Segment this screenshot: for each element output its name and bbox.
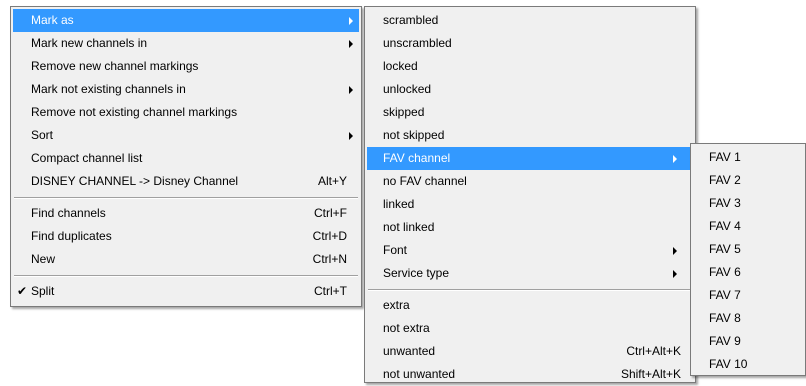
menu-item-shortcut: Ctrl+N bbox=[312, 252, 347, 266]
menu-item-label: FAV 5 bbox=[709, 242, 741, 256]
menu-separator bbox=[14, 197, 358, 199]
menu-item-label: Sort bbox=[31, 128, 54, 142]
menu-item-label: Mark as bbox=[31, 13, 74, 27]
menu-item-unwanted[interactable]: unwanted Ctrl+Alt+K bbox=[367, 340, 693, 363]
menu-item-label: locked bbox=[383, 59, 418, 73]
menu-item-not-linked[interactable]: not linked bbox=[367, 216, 693, 239]
menu-item-label: FAV 3 bbox=[709, 196, 741, 210]
menu-item-label: FAV channel bbox=[383, 151, 451, 165]
menu-item-label: Mark not existing channels in bbox=[31, 82, 186, 96]
menu-item-label: Remove new channel markings bbox=[31, 59, 199, 73]
menu-item-label: FAV 2 bbox=[709, 173, 741, 187]
menu-item-fav-5[interactable]: FAV 5 bbox=[693, 238, 803, 261]
menu-item-scrambled[interactable]: scrambled bbox=[367, 9, 693, 32]
menu-item-find-channels[interactable]: Find channels Ctrl+F bbox=[13, 202, 359, 225]
menu-item-locked[interactable]: locked bbox=[367, 55, 693, 78]
menu-item-fav-channel[interactable]: FAV channel bbox=[367, 147, 693, 170]
menu-item-label: unscrambled bbox=[383, 36, 452, 50]
menu-item-label: FAV 10 bbox=[709, 357, 748, 371]
menu-item-split[interactable]: ✔ Split Ctrl+T bbox=[13, 280, 359, 303]
menu-item-fav-10[interactable]: FAV 10 bbox=[693, 353, 803, 376]
menu-item-label: Compact channel list bbox=[31, 151, 143, 165]
menu-item-sort[interactable]: Sort bbox=[13, 124, 359, 147]
menu-item-label: FAV 7 bbox=[709, 288, 741, 302]
menu-item-label: New bbox=[31, 252, 56, 266]
menu-item-label: FAV 4 bbox=[709, 219, 741, 233]
menu-item-new[interactable]: New Ctrl+N bbox=[13, 248, 359, 271]
menu-item-fav-1[interactable]: FAV 1 bbox=[693, 146, 803, 169]
submenu-fav-channel: FAV 1 FAV 2 FAV 3 FAV 4 FAV 5 FAV 6 FAV … bbox=[690, 143, 806, 376]
menu-item-not-skipped[interactable]: not skipped bbox=[367, 124, 693, 147]
menu-item-remove-new-channel-markings[interactable]: Remove new channel markings bbox=[13, 55, 359, 78]
submenu-arrow-icon bbox=[349, 132, 353, 140]
menu-item-shortcut: Ctrl+F bbox=[314, 206, 347, 220]
menu-item-service-type[interactable]: Service type bbox=[367, 262, 693, 285]
menu-item-label: FAV 8 bbox=[709, 311, 741, 325]
menu-item-compact-channel-list[interactable]: Compact channel list bbox=[13, 147, 359, 170]
context-menu-main: Mark as Mark new channels in Remove new … bbox=[10, 6, 362, 307]
menu-item-label: not extra bbox=[383, 321, 430, 335]
menu-item-label: no FAV channel bbox=[383, 174, 467, 188]
menu-item-mark-as[interactable]: Mark as bbox=[13, 9, 359, 32]
menu-item-label: Service type bbox=[383, 266, 450, 280]
menu-item-label: unwanted bbox=[383, 344, 436, 358]
menu-item-find-duplicates[interactable]: Find duplicates Ctrl+D bbox=[13, 225, 359, 248]
submenu-arrow-icon bbox=[673, 247, 677, 255]
menu-item-label: not linked bbox=[383, 220, 435, 234]
menu-item-fav-8[interactable]: FAV 8 bbox=[693, 307, 803, 330]
menu-item-label: FAV 6 bbox=[709, 265, 741, 279]
menu-item-label: scrambled bbox=[383, 13, 439, 27]
menu-item-label: Find duplicates bbox=[31, 229, 112, 243]
menu-item-label: not skipped bbox=[383, 128, 445, 142]
menu-item-shortcut: Alt+Y bbox=[317, 174, 347, 188]
submenu-arrow-icon bbox=[673, 155, 677, 163]
menu-item-label: Font bbox=[383, 243, 408, 257]
menu-item-label: linked bbox=[383, 197, 415, 211]
submenu-arrow-icon bbox=[673, 270, 677, 278]
menu-item-label: unlocked bbox=[383, 82, 432, 96]
menu-item-label: Mark new channels in bbox=[31, 36, 148, 50]
menu-item-label: Remove not existing channel markings bbox=[31, 105, 238, 119]
menu-item-fav-6[interactable]: FAV 6 bbox=[693, 261, 803, 284]
menu-item-fav-4[interactable]: FAV 4 bbox=[693, 215, 803, 238]
menu-item-label: DISNEY CHANNEL -> Disney Channel bbox=[31, 174, 239, 188]
checkmark-icon: ✔ bbox=[16, 284, 28, 298]
menu-item-label: FAV 9 bbox=[709, 334, 741, 348]
menu-item-unscrambled[interactable]: unscrambled bbox=[367, 32, 693, 55]
menu-item-shortcut: Ctrl+D bbox=[312, 229, 347, 243]
menu-item-skipped[interactable]: skipped bbox=[367, 101, 693, 124]
menu-separator bbox=[368, 289, 692, 291]
menu-item-label: Split bbox=[31, 284, 55, 298]
menu-item-extra[interactable]: extra bbox=[367, 294, 693, 317]
submenu-arrow-icon bbox=[349, 17, 353, 25]
menu-item-unlocked[interactable]: unlocked bbox=[367, 78, 693, 101]
menu-item-shortcut: Ctrl+Alt+K bbox=[626, 344, 681, 358]
menu-item-mark-new-channels-in[interactable]: Mark new channels in bbox=[13, 32, 359, 55]
menu-item-fav-7[interactable]: FAV 7 bbox=[693, 284, 803, 307]
menu-item-fav-3[interactable]: FAV 3 bbox=[693, 192, 803, 215]
submenu-arrow-icon bbox=[349, 86, 353, 94]
menu-item-shortcut: Ctrl+T bbox=[314, 284, 347, 298]
menu-item-label: Find channels bbox=[31, 206, 106, 220]
menu-item-fav-2[interactable]: FAV 2 bbox=[693, 169, 803, 192]
menu-item-mark-not-existing-channels-in[interactable]: Mark not existing channels in bbox=[13, 78, 359, 101]
menu-item-not-extra[interactable]: not extra bbox=[367, 317, 693, 340]
menu-item-label: extra bbox=[383, 298, 410, 312]
menu-item-label: FAV 1 bbox=[709, 150, 741, 164]
menu-separator bbox=[14, 275, 358, 277]
menu-item-remove-not-existing-channel-markings[interactable]: Remove not existing channel markings bbox=[13, 101, 359, 124]
menu-item-linked[interactable]: linked bbox=[367, 193, 693, 216]
menu-item-no-fav-channel[interactable]: no FAV channel bbox=[367, 170, 693, 193]
menu-item-rename-disney-channel[interactable]: DISNEY CHANNEL -> Disney Channel Alt+Y bbox=[13, 170, 359, 193]
submenu-arrow-icon bbox=[349, 40, 353, 48]
menu-item-label: skipped bbox=[383, 105, 425, 119]
submenu-mark-as: scrambled unscrambled locked unlocked sk… bbox=[364, 6, 696, 383]
menu-item-fav-9[interactable]: FAV 9 bbox=[693, 330, 803, 353]
menu-item-font[interactable]: Font bbox=[367, 239, 693, 262]
